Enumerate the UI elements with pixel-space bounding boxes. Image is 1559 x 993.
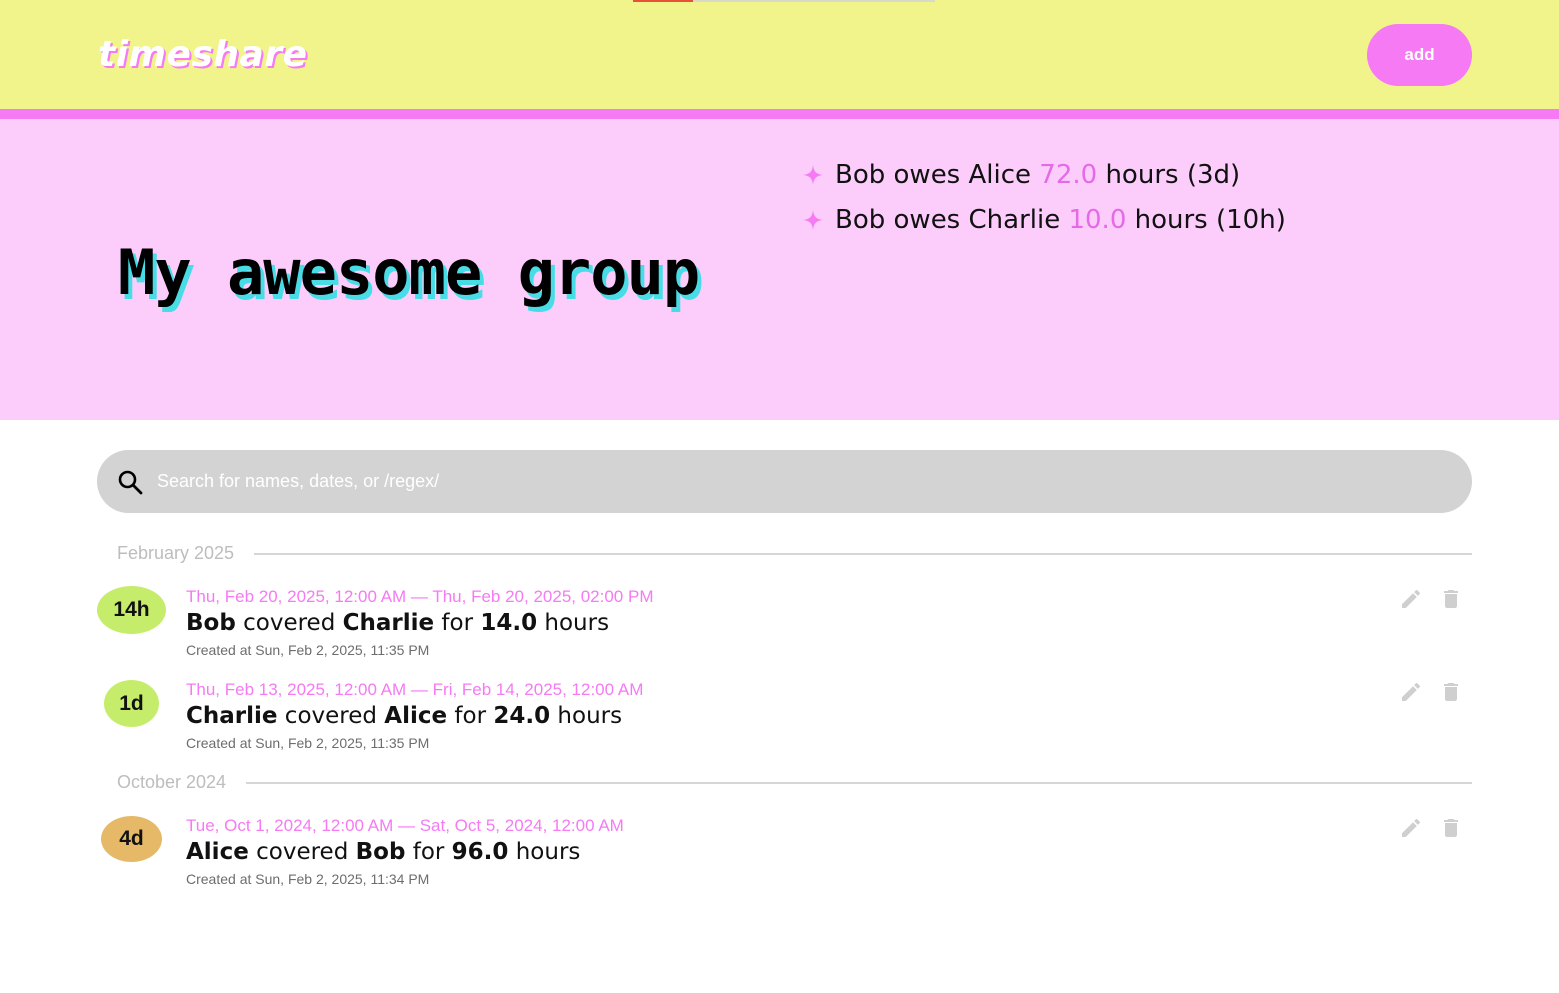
app-logo[interactable]: timeshare (98, 34, 308, 75)
entry-date-range: Thu, Feb 13, 2025, 12:00 AM — Fri, Feb 1… (186, 680, 644, 699)
entry-covered-word: covered (284, 703, 377, 729)
debt-unit: hours (1134, 204, 1208, 235)
search-input[interactable] (155, 450, 1449, 513)
entry-for-word: for (412, 839, 445, 865)
entry-unit: hours (544, 610, 610, 636)
debt-amount: 10.0 (1068, 204, 1127, 235)
list-item: 1d Thu, Feb 13, 2025, 12:00 AM — Fri, Fe… (97, 680, 1472, 760)
month-label: October 2024 (117, 772, 227, 792)
entry-for-word: for (441, 610, 474, 636)
header-divider (0, 109, 1559, 119)
trash-icon[interactable] (1439, 587, 1463, 611)
edit-icon[interactable] (1399, 587, 1423, 611)
entry-hours: 96.0 (451, 839, 509, 865)
entry-created-at: Created at Sun, Feb 2, 2025, 11:35 PM (186, 642, 430, 658)
trash-icon[interactable] (1439, 816, 1463, 840)
entry-summary: Bob covered Charlie for 14.0 hours (186, 610, 609, 636)
entry-covered: Alice (384, 703, 448, 729)
add-button[interactable]: add (1367, 24, 1472, 86)
entry-covered: Bob (355, 839, 406, 865)
debt-creditor: Charlie (968, 204, 1061, 235)
debt-short: (3d) (1186, 159, 1241, 190)
debt-item: Bob owes Alice 72.0 hours (3d) (802, 152, 1286, 197)
debt-short: (10h) (1216, 204, 1286, 235)
debt-amount: 72.0 (1039, 159, 1098, 190)
entry-hours: 24.0 (493, 703, 551, 729)
debt-item: Bob owes Charlie 10.0 hours (10h) (802, 197, 1286, 242)
entry-hours: 14.0 (480, 610, 538, 636)
entry-coverer: Alice (186, 839, 249, 865)
entry-date-range: Thu, Feb 20, 2025, 12:00 AM — Thu, Feb 2… (186, 587, 654, 606)
entry-created-at: Created at Sun, Feb 2, 2025, 11:35 PM (186, 735, 430, 751)
debt-debtor: Bob (835, 204, 886, 235)
list-item: 4d Tue, Oct 1, 2024, 12:00 AM — Sat, Oct… (97, 816, 1472, 896)
list-item: 14h Thu, Feb 20, 2025, 12:00 AM — Thu, F… (97, 586, 1472, 667)
duration-badge: 4d (101, 816, 162, 862)
debt-creditor: Alice (968, 159, 1032, 190)
debt-owes-word: owes (893, 159, 961, 190)
sparkle-icon (802, 209, 824, 231)
top-bar: timeshare add (0, 0, 1559, 109)
entry-summary: Alice covered Bob for 96.0 hours (186, 839, 580, 865)
duration-badge: 1d (104, 680, 159, 727)
search-bar (97, 450, 1472, 513)
debt-owes-word: owes (893, 204, 961, 235)
entry-covered-word: covered (243, 610, 336, 636)
entry-covered-word: covered (256, 839, 349, 865)
loading-progress-fill (633, 0, 693, 2)
month-header: February 2025 (117, 543, 1472, 564)
duration-badge: 14h (97, 586, 166, 634)
month-divider (246, 781, 1472, 784)
month-divider (254, 552, 1472, 555)
month-label: February 2025 (117, 543, 235, 563)
edit-icon[interactable] (1399, 680, 1423, 704)
entry-covered: Charlie (342, 610, 435, 636)
entry-for-word: for (454, 703, 487, 729)
trash-icon[interactable] (1439, 680, 1463, 704)
entry-date-range: Tue, Oct 1, 2024, 12:00 AM — Sat, Oct 5,… (186, 816, 624, 835)
edit-icon[interactable] (1399, 816, 1423, 840)
debt-unit: hours (1105, 159, 1179, 190)
month-header: October 2024 (117, 772, 1472, 793)
entry-created-at: Created at Sun, Feb 2, 2025, 11:34 PM (186, 871, 430, 887)
loading-progress-track (693, 0, 935, 2)
group-title: My awesome group (118, 236, 700, 309)
sparkle-icon (802, 164, 824, 186)
debt-summary: Bob owes Alice 72.0 hours (3d) Bob owes … (802, 152, 1286, 242)
entry-coverer: Charlie (186, 703, 278, 729)
search-icon (117, 469, 143, 495)
entry-summary: Charlie covered Alice for 24.0 hours (186, 703, 622, 729)
entry-coverer: Bob (186, 610, 236, 636)
debt-debtor: Bob (835, 159, 886, 190)
entry-unit: hours (557, 703, 623, 729)
entry-unit: hours (515, 839, 581, 865)
